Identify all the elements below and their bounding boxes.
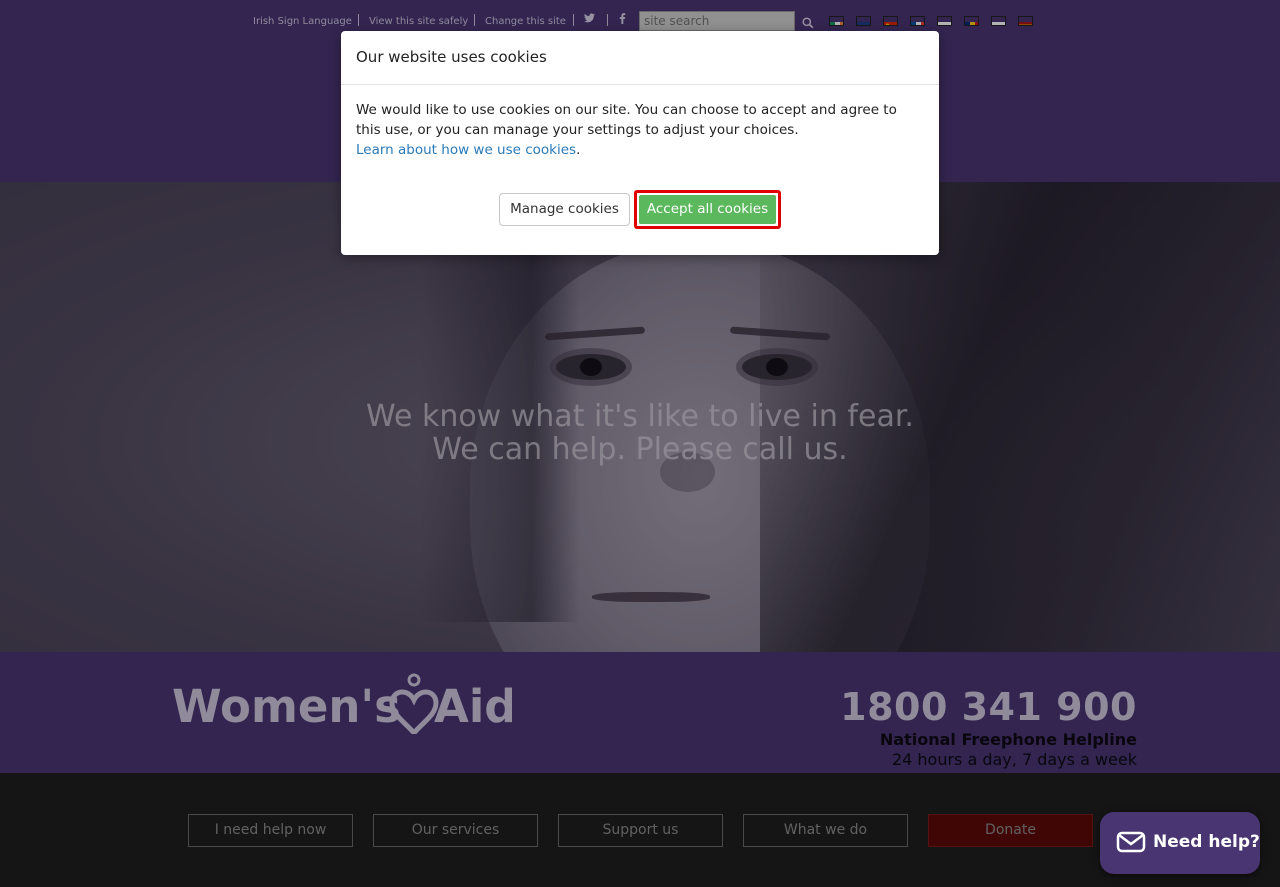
cookie-consent-dialog: Our website uses cookies We would like t…: [341, 31, 939, 255]
mail-icon: [1116, 830, 1146, 854]
cookie-dialog-divider: [341, 84, 939, 85]
cookie-dialog-title: Our website uses cookies: [356, 48, 547, 66]
period: .: [576, 142, 581, 158]
learn-about-cookies-link[interactable]: Learn about how we use cookies: [356, 142, 576, 158]
cookie-dialog-text: We would like to use cookies on our site…: [356, 102, 897, 138]
need-help-chat-widget[interactable]: Need help?: [1100, 812, 1260, 874]
chat-widget-label: Need help?: [1153, 832, 1260, 852]
manage-cookies-button[interactable]: Manage cookies: [499, 193, 630, 226]
accept-all-cookies-button[interactable]: Accept all cookies: [639, 195, 776, 224]
accept-button-highlight: Accept all cookies: [634, 190, 781, 229]
cookie-dialog-body: We would like to use cookies on our site…: [356, 100, 916, 160]
